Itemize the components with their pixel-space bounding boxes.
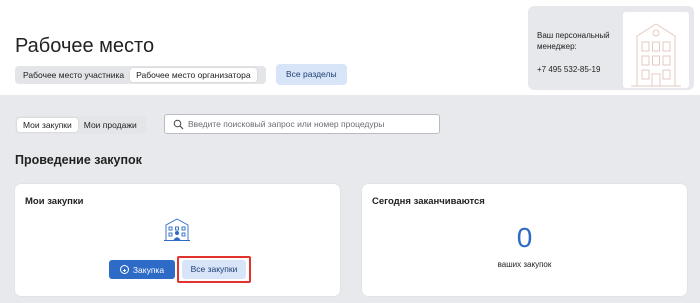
all-purchases-button[interactable]: Все закупки: [182, 260, 246, 279]
all-sections-button[interactable]: Все разделы: [276, 64, 347, 85]
add-purchase-button[interactable]: Закупка: [109, 260, 175, 279]
ending-today-caption: ваших закупок: [497, 260, 552, 269]
ending-today-card: Сегодня заканчиваются 0 ваших закупок: [362, 184, 687, 296]
page-title: Рабочее место: [15, 35, 155, 57]
tab-participant-workspace[interactable]: Рабочее место участника: [17, 68, 130, 82]
manager-label: Ваш персональный менеджер:: [537, 31, 610, 51]
building-illustration-icon: [631, 23, 681, 87]
tab-my-sales[interactable]: Мои продажи: [78, 118, 143, 132]
tab-organizer-workspace[interactable]: Рабочее место организатора: [130, 68, 257, 82]
my-purchases-card: Мои закупки Закупка Все закупки: [15, 184, 340, 296]
purchase-building-icon: [164, 218, 190, 241]
plus-circle-icon: [119, 265, 129, 274]
my-purchases-title: Мои закупки: [25, 196, 84, 207]
tab-my-purchases[interactable]: Мои закупки: [17, 118, 78, 132]
manager-phone[interactable]: +7 495 532-85-19: [537, 65, 600, 74]
add-purchase-label: Закупка: [132, 264, 165, 275]
purchases-sales-switch: Мои закупки Мои продажи: [15, 116, 146, 134]
manager-building-illustration: [623, 12, 689, 88]
search-icon: [173, 119, 184, 130]
workspace-mode-switch: Рабочее место участника Рабочее место ор…: [15, 66, 266, 84]
all-purchases-highlight: Все закупки: [177, 256, 251, 283]
search-input[interactable]: [188, 117, 436, 131]
ending-today-title: Сегодня заканчиваются: [372, 196, 485, 207]
top-header: Рабочее место Рабочее место участника Ра…: [0, 0, 700, 95]
search-box: [164, 114, 440, 134]
section-title: Проведение закупок: [15, 153, 142, 167]
ending-today-count[interactable]: 0: [362, 222, 687, 254]
personal-manager-card: Ваш персональный менеджер: +7 495 532-85…: [528, 6, 694, 90]
